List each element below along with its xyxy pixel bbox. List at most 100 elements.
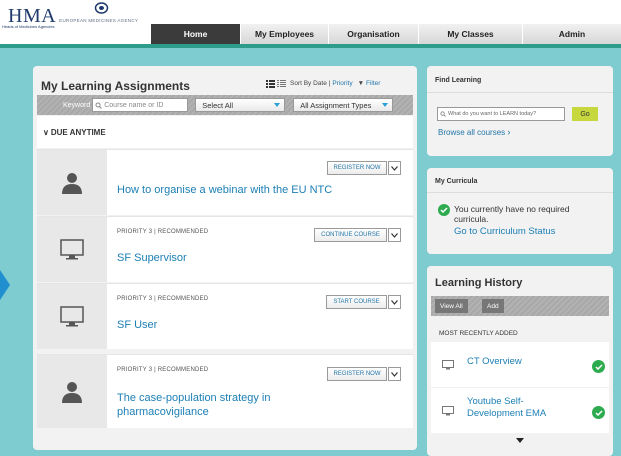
my-curricula-panel: My Curricula You currently have no requi… xyxy=(427,168,613,254)
curriculum-status-link[interactable]: Go to Curriculum Status xyxy=(454,226,555,237)
search-icon xyxy=(95,102,103,109)
assignment-row: PRIORITY 3 | RECOMMENDED REGISTER NOW Th… xyxy=(37,354,413,428)
top-bar: HMA EUROPEAN MEDICINES AGENCY Heads of M… xyxy=(0,0,621,44)
filter-icon[interactable]: ▼ xyxy=(358,80,364,87)
due-anytime-header[interactable]: ∨ DUE ANYTIME xyxy=(37,116,413,148)
monitor-icon xyxy=(442,360,454,370)
due-group-label: DUE ANYTIME xyxy=(50,127,106,137)
main-nav: Home My Employees Organisation My Classe… xyxy=(150,24,621,44)
learning-history-panel: Learning History View All Add MOST RECEN… xyxy=(427,266,613,456)
assignment-row: PRIORITY 3 | RECOMMENDED START COURSE SF… xyxy=(37,283,413,349)
assignment-row: REGISTER NOW How to organise a webinar w… xyxy=(37,149,413,215)
row-actions-dropdown[interactable] xyxy=(388,367,401,381)
curricula-message: You currently have no required curricula… xyxy=(454,204,569,224)
assignment-type-value: All Assignment Types xyxy=(300,100,372,110)
history-item[interactable]: CT Overview xyxy=(431,342,609,387)
assignment-row: PRIORITY 3 | RECOMMENDED CONTINUE COURSE… xyxy=(37,216,413,282)
completed-check-icon xyxy=(592,406,605,419)
add-button[interactable]: Add xyxy=(482,299,504,313)
row-actions-dropdown[interactable] xyxy=(388,228,401,242)
register-now-button[interactable]: REGISTER NOW xyxy=(327,367,387,381)
assignment-thumbnail xyxy=(37,217,107,282)
history-title: Learning History xyxy=(435,277,523,289)
keyword-label: Keyword xyxy=(63,101,91,109)
learning-assignments-panel: My Learning Assignments Sort By Date | P… xyxy=(33,66,417,450)
keyword-placeholder: Course name or ID xyxy=(104,101,164,109)
curricula-message-line: You currently have no required xyxy=(454,204,570,214)
curricula-title: My Curricula xyxy=(435,178,478,185)
chevron-down-icon xyxy=(274,103,281,107)
history-item-title[interactable]: Youtube Self- Development EMA xyxy=(467,396,546,420)
nav-my-classes[interactable]: My Classes xyxy=(418,24,522,44)
assignment-meta: PRIORITY 3 | RECOMMENDED xyxy=(117,296,209,302)
monitor-icon xyxy=(60,305,84,326)
check-circle-icon xyxy=(438,204,450,216)
monitor-icon xyxy=(442,406,454,416)
chevron-down-icon: ∨ xyxy=(43,127,49,137)
assignments-title: My Learning Assignments xyxy=(41,79,190,93)
accent-bar xyxy=(0,44,621,48)
find-learning-panel: Find Learning What do you want to LEARN … xyxy=(427,66,613,156)
go-button[interactable]: Go xyxy=(572,107,598,121)
assignment-thumbnail xyxy=(37,355,107,428)
assignment-title-link[interactable]: The case-population strategy in pharmaco… xyxy=(117,391,270,419)
chevron-down-icon xyxy=(391,165,398,171)
view-all-button[interactable]: View All xyxy=(435,299,468,313)
search-icon xyxy=(440,111,446,117)
person-icon xyxy=(62,381,82,403)
assignment-title-line: pharmacovigilance xyxy=(117,406,209,418)
curricula-message-line: curricula. xyxy=(454,214,489,224)
ema-logo-icon xyxy=(94,2,109,14)
nav-admin[interactable]: Admin xyxy=(522,24,621,44)
collapse-arrow-icon[interactable] xyxy=(0,270,10,300)
person-icon xyxy=(62,172,82,194)
assignment-type-select[interactable]: All Assignment Types xyxy=(293,98,394,112)
row-actions-dropdown[interactable] xyxy=(388,161,401,175)
nav-my-employees[interactable]: My Employees xyxy=(240,24,328,44)
continue-course-button[interactable]: CONTINUE COURSE xyxy=(314,228,387,242)
register-now-button[interactable]: REGISTER NOW xyxy=(327,161,387,175)
history-item[interactable]: Youtube Self- Development EMA xyxy=(431,388,609,433)
assignment-title-line: The case-population strategy in xyxy=(117,392,271,404)
row-actions-dropdown[interactable] xyxy=(388,295,401,309)
assignment-thumbnail xyxy=(37,284,107,349)
assignment-meta: PRIORITY 3 | RECOMMENDED xyxy=(117,367,209,373)
show-more-icon[interactable] xyxy=(516,438,524,443)
view-toggle xyxy=(266,80,286,88)
history-item-title-line: Development EMA xyxy=(467,408,547,419)
chevron-down-icon xyxy=(391,232,398,238)
chevron-down-icon xyxy=(391,371,398,377)
keyword-search-input[interactable]: Course name or ID xyxy=(92,98,189,112)
partner-text: EUROPEAN MEDICINES AGENCY xyxy=(59,18,139,23)
nav-organisation[interactable]: Organisation xyxy=(328,24,418,44)
chevron-down-icon xyxy=(391,299,398,305)
recently-added-label: MOST RECENTLY ADDED xyxy=(439,330,518,337)
assignment-title-link[interactable]: SF Supervisor xyxy=(117,251,187,265)
monitor-icon xyxy=(60,238,84,259)
filter-bar: Keyword Course name or ID Select All All… xyxy=(37,95,413,115)
filter-link[interactable]: Filter xyxy=(366,80,380,87)
chevron-right-icon: › xyxy=(507,127,511,137)
completed-check-icon xyxy=(592,360,605,373)
chevron-down-icon xyxy=(382,103,389,107)
start-course-button[interactable]: START COURSE xyxy=(326,295,387,309)
learning-search-placeholder: What do you want to LEARN today? xyxy=(448,111,537,117)
nav-home[interactable]: Home xyxy=(150,24,240,44)
list-view-icon[interactable] xyxy=(266,80,275,88)
sort-controls: Sort By Date | Priority ▼ Filter xyxy=(290,80,380,87)
browse-all-courses-link[interactable]: Browse all courses › xyxy=(438,127,510,137)
status-select[interactable]: Select All xyxy=(195,98,286,112)
status-select-value: Select All xyxy=(202,100,234,110)
assignment-title-link[interactable]: SF User xyxy=(117,318,157,332)
history-item-title[interactable]: CT Overview xyxy=(467,356,522,367)
learning-search-input[interactable]: What do you want to LEARN today? xyxy=(437,107,565,121)
find-learning-title: Find Learning xyxy=(435,77,482,84)
compact-view-icon[interactable] xyxy=(277,80,286,88)
sort-by-date[interactable]: Sort By Date | xyxy=(290,80,330,87)
logo-subtitle: Heads of Medicines Agencies xyxy=(2,24,55,29)
sort-priority-link[interactable]: Priority xyxy=(332,80,352,87)
history-toolbar: View All Add xyxy=(431,296,609,316)
history-item-title-line: Youtube Self- xyxy=(467,396,524,407)
assignment-title-link[interactable]: How to organise a webinar with the EU NT… xyxy=(117,183,332,197)
browse-label: Browse all courses xyxy=(438,128,506,137)
